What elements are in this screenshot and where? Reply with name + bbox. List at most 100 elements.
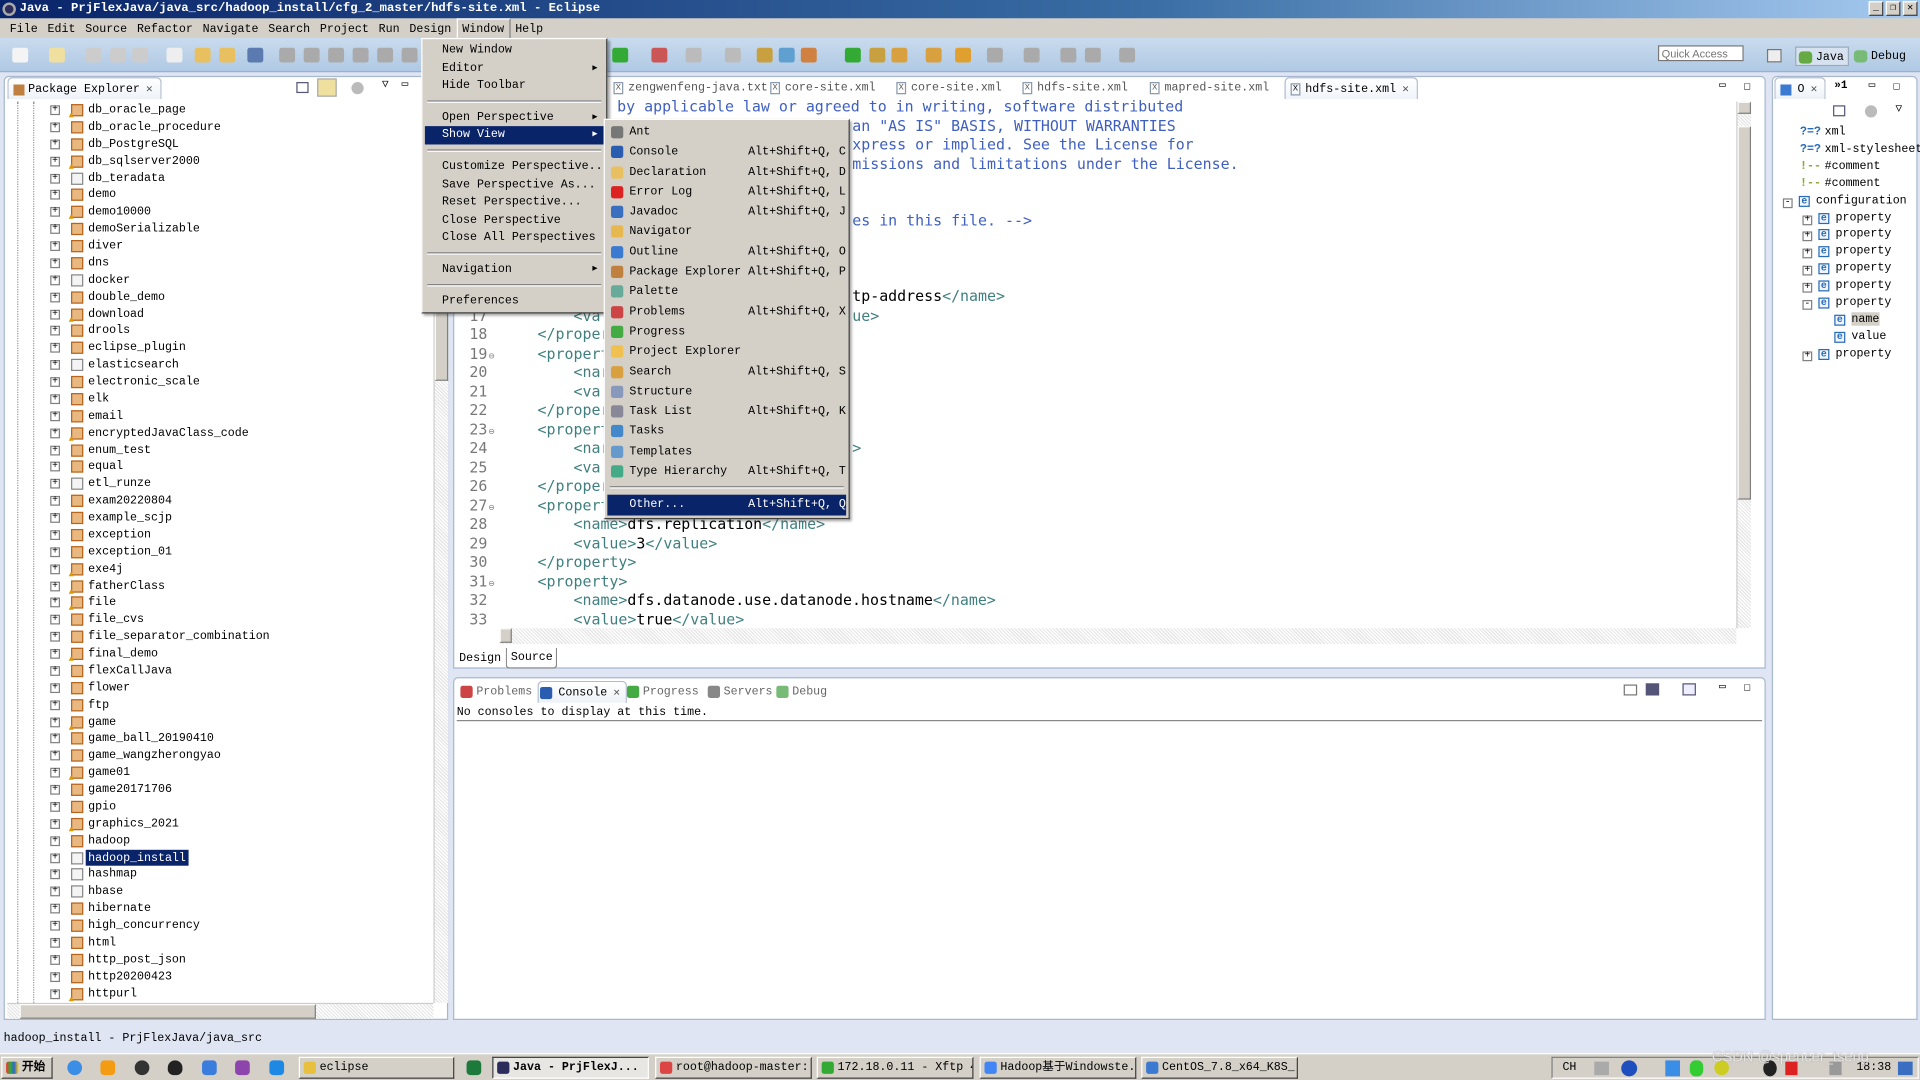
expand-icon[interactable]: + — [50, 818, 61, 829]
menu-item-type-hierarchy[interactable]: Type Hierarchy Alt+Shift+Q, T — [607, 462, 846, 482]
tree-item-file-separator-combination[interactable]: + file_separator_combination — [5, 628, 434, 645]
menu-item-progress[interactable]: Progress — [607, 322, 846, 342]
expand-icon[interactable]: + — [50, 699, 61, 710]
tree-item-dns[interactable]: + dns — [5, 255, 434, 272]
tree-item-docker[interactable]: + docker — [5, 272, 434, 289]
outline-item-comment[interactable]: !-- #comment — [1800, 158, 1880, 175]
menu-item-navigation[interactable]: Navigation ▶ — [425, 261, 604, 279]
outline-item-configuration[interactable]: - e configuration — [1782, 192, 1907, 209]
tree-item-example-scjp[interactable]: + example_scjp — [5, 509, 434, 526]
open-perspective-icon[interactable] — [1766, 48, 1782, 63]
media-player-icon[interactable] — [100, 1060, 116, 1076]
tab-servers[interactable]: Servers — [707, 681, 773, 703]
expand-icon[interactable]: + — [50, 461, 61, 472]
scroll-up-arrow[interactable] — [1737, 101, 1752, 114]
perspective-debug[interactable]: Debug — [1851, 47, 1909, 67]
menu-item-declaration[interactable]: Declaration Alt+Shift+Q, D — [607, 162, 846, 182]
menu-item-structure[interactable]: Structure — [607, 382, 846, 402]
expand-icon[interactable]: + — [50, 614, 61, 625]
editor-tab-core-site-xml[interactable]: Xcore-site.xml — [770, 77, 876, 99]
tab-package-explorer[interactable]: Package Explorer ✕ — [7, 77, 162, 100]
tree-item-gpio[interactable]: + gpio — [5, 798, 434, 815]
menu-item-preferences[interactable]: Preferences — [425, 292, 604, 310]
taskbar-button-root-hadoop-master[interactable]: root@hadoop-master:... — [655, 1056, 812, 1079]
menu-run[interactable]: Run — [374, 19, 405, 37]
toolbar-button-icon[interactable] — [194, 47, 211, 63]
toolbar-button-icon[interactable] — [891, 47, 908, 63]
outline-item-property[interactable]: + e property — [1802, 243, 1891, 260]
tree-item-game[interactable]: + ▲ game — [5, 713, 434, 733]
menu-item-package-explorer[interactable]: Package Explorer Alt+Shift+Q, P — [607, 262, 846, 282]
start-button[interactable]: 开始 — [1, 1056, 53, 1079]
horizontal-scrollbar[interactable] — [7, 1002, 434, 1019]
expand-icon[interactable]: + — [50, 207, 61, 218]
expand-icon[interactable]: + — [50, 631, 61, 642]
toolbar-button-icon[interactable] — [85, 47, 102, 63]
expand-icon[interactable]: + — [50, 495, 61, 506]
expand-icon[interactable]: + — [50, 597, 61, 608]
input-language[interactable]: CH — [1562, 1060, 1576, 1073]
minimize-view-icon[interactable]: ▭ — [1869, 80, 1876, 92]
toolbar-button-icon[interactable] — [1060, 47, 1077, 63]
close-icon[interactable]: ✕ — [146, 78, 153, 100]
tree-item-db-postgresql[interactable]: + db_PostgreSQL — [5, 136, 434, 153]
menu-item-project-explorer[interactable]: Project Explorer — [607, 342, 846, 362]
toolbar-button-icon[interactable] — [685, 47, 702, 63]
outline-item-comment[interactable]: !-- #comment — [1800, 175, 1880, 192]
expand-icon[interactable]: + — [50, 326, 61, 336]
security-icon[interactable] — [1689, 1060, 1704, 1077]
expand-icon[interactable]: + — [50, 122, 61, 133]
tree-item-exception[interactable]: + exception — [5, 526, 434, 543]
tab-outline[interactable]: O ✕ — [1774, 77, 1826, 100]
tree-item-drools[interactable]: + drools — [5, 323, 434, 340]
toolbar-button-icon[interactable] — [401, 47, 418, 63]
link-with-editor-icon[interactable] — [317, 78, 337, 97]
help-icon[interactable] — [1621, 1060, 1638, 1077]
menu-item-palette[interactable]: Palette — [607, 282, 846, 302]
tree-item-demoserializable[interactable]: + demoSerializable — [5, 221, 434, 238]
editor-tab-zengwenfeng-java-txt[interactable]: Xzengwenfeng-java.txt — [613, 77, 768, 99]
tree-item-file[interactable]: + ▲ file — [5, 594, 434, 614]
minimize-editor-icon[interactable]: ▭ — [1719, 80, 1726, 92]
tree-item-download[interactable]: + ▲ download — [5, 306, 434, 325]
outline-item-property[interactable]: - e property — [1802, 294, 1891, 311]
scroll-thumb[interactable] — [1737, 126, 1752, 500]
toolbar-button-icon[interactable] — [869, 47, 886, 63]
maximize-view-icon[interactable]: ☐ — [1893, 80, 1900, 94]
menu-item-search[interactable]: Search Alt+Shift+Q, S — [607, 362, 846, 382]
tree-item-elasticsearch[interactable]: + elasticsearch — [5, 356, 434, 373]
expand-icon[interactable]: + — [50, 716, 61, 727]
tree-item-html[interactable]: + html — [5, 934, 434, 951]
expand-icon[interactable]: + — [50, 784, 61, 795]
menu-item-new-window[interactable]: New Window — [425, 42, 604, 60]
tab-debug[interactable]: Debug — [775, 681, 827, 703]
tree-item-diver[interactable]: + diver — [5, 238, 434, 255]
menu-edit[interactable]: Edit — [43, 19, 81, 37]
expand-icon[interactable]: + — [50, 954, 61, 965]
tab-console[interactable]: Console ✕ — [537, 680, 628, 703]
taskbar-button-172-18-0-11-xftp-4[interactable]: 172.18.0.11 - Xftp 4 — [816, 1056, 974, 1079]
tree-item-game01[interactable]: + ▲ game01 — [5, 764, 434, 784]
toolbar-button-icon[interactable] — [778, 47, 795, 63]
menu-window[interactable]: Window — [456, 17, 511, 39]
expand-icon[interactable]: + — [1802, 214, 1813, 225]
editor-tab-core-site-xml[interactable]: Xcore-site.xml — [896, 77, 1002, 99]
menu-item-hide-toolbar[interactable]: Hide Toolbar — [425, 77, 604, 95]
scroll-left-arrow[interactable] — [499, 628, 512, 643]
tree-item-flexcalljava[interactable]: + flexCallJava — [5, 662, 434, 679]
fold-icon[interactable]: ⊖ — [489, 422, 495, 441]
horizontal-scrollbar[interactable] — [499, 628, 1737, 645]
tree-item-eclipse-plugin[interactable]: + eclipse_plugin — [5, 339, 434, 356]
tab-progress[interactable]: Progress — [626, 681, 699, 703]
tree-item-game20171706[interactable]: + game20171706 — [5, 781, 434, 798]
outline-item-property[interactable]: + e property — [1802, 260, 1891, 277]
tree-item-demo[interactable]: + demo — [5, 187, 434, 204]
pin-console-icon[interactable] — [1623, 684, 1638, 696]
expand-icon[interactable]: + — [50, 937, 61, 948]
toolbar-button-icon[interactable] — [612, 47, 629, 63]
expand-icon[interactable]: + — [50, 665, 61, 676]
tree-item-graphics-2021[interactable]: + ▲ graphics_2021 — [5, 815, 434, 835]
toolbar-button-icon[interactable] — [1084, 47, 1101, 63]
menu-item-task-list[interactable]: Task List Alt+Shift+Q, K — [607, 402, 846, 422]
perspective-java[interactable]: Java — [1795, 46, 1849, 67]
